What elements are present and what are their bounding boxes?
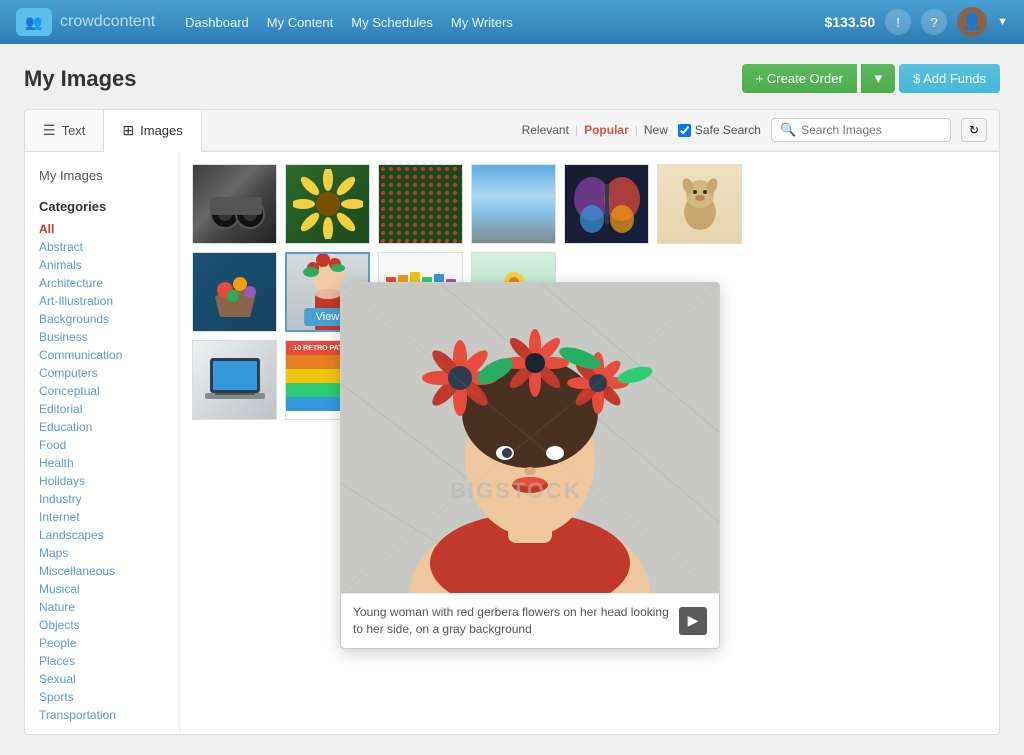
category-editorial[interactable]: Editorial	[25, 400, 179, 418]
page-header: My Images + Create Order ▼ $ Add Funds	[24, 64, 1000, 93]
avatar[interactable]: 👤	[957, 7, 987, 37]
category-industry[interactable]: Industry	[25, 490, 179, 508]
thumb-laptop[interactable]	[192, 340, 277, 420]
category-places[interactable]: Places	[25, 652, 179, 670]
thumb-dog[interactable]	[657, 164, 742, 244]
relevant-link[interactable]: Relevant	[522, 123, 569, 137]
category-architecture[interactable]: Architecture	[25, 274, 179, 292]
thumb-sky[interactable]	[471, 164, 556, 244]
category-conceptual[interactable]: Conceptual	[25, 382, 179, 400]
category-transportation[interactable]: Transportation	[25, 706, 179, 724]
category-animals[interactable]: Animals	[25, 256, 179, 274]
category-art-illustration[interactable]: Art-Illustration	[25, 292, 179, 310]
nav-dashboard[interactable]: Dashboard	[185, 15, 249, 30]
tab-images[interactable]: ⊞ Images	[104, 110, 201, 152]
logo-icon: 👥	[16, 8, 52, 36]
logo-text: crowdcontent	[60, 13, 155, 31]
category-business[interactable]: Business	[25, 328, 179, 346]
thumb-tires[interactable]	[192, 164, 277, 244]
category-all[interactable]: All	[25, 220, 179, 238]
search-icon: 🔍	[780, 122, 796, 138]
thumb-butterfly[interactable]	[564, 164, 649, 244]
category-health[interactable]: Health	[25, 454, 179, 472]
category-musical[interactable]: Musical	[25, 580, 179, 598]
help-button[interactable]: ?	[921, 9, 947, 35]
category-maps[interactable]: Maps	[25, 544, 179, 562]
category-list: All Abstract Animals Architecture Art-Il…	[25, 220, 179, 724]
category-abstract[interactable]: Abstract	[25, 238, 179, 256]
image-grid-area: View	[180, 152, 999, 734]
nav-my-writers[interactable]: My Writers	[451, 15, 513, 30]
tabs: ☰ Text ⊞ Images	[25, 110, 202, 151]
add-funds-button[interactable]: $ Add Funds	[899, 64, 1000, 93]
category-people[interactable]: People	[25, 634, 179, 652]
notification-button[interactable]: !	[885, 9, 911, 35]
category-nature[interactable]: Nature	[25, 598, 179, 616]
header-actions: + Create Order ▼ $ Add Funds	[742, 64, 1000, 93]
thumb-sunflower[interactable]	[285, 164, 370, 244]
category-education[interactable]: Education	[25, 418, 179, 436]
category-communication[interactable]: Communication	[25, 346, 179, 364]
sidebar: My Images Categories All Abstract Animal…	[25, 152, 180, 734]
page-title: My Images	[24, 66, 137, 92]
safe-search-toggle[interactable]: Safe Search	[678, 123, 761, 137]
refresh-button[interactable]: ↻	[961, 118, 987, 142]
thumb-basket[interactable]	[192, 252, 277, 332]
category-holidays[interactable]: Holidays	[25, 472, 179, 490]
search-input[interactable]	[801, 123, 942, 137]
content-area: My Images Categories All Abstract Animal…	[25, 152, 999, 734]
sidebar-my-images[interactable]: My Images	[25, 162, 179, 189]
nav-my-content[interactable]: My Content	[267, 15, 333, 30]
category-computers[interactable]: Computers	[25, 364, 179, 382]
tab-text[interactable]: ☰ Text	[25, 110, 104, 151]
category-food[interactable]: Food	[25, 436, 179, 454]
image-row-1	[192, 164, 987, 244]
category-objects[interactable]: Objects	[25, 616, 179, 634]
logo[interactable]: 👥 crowdcontent	[16, 8, 155, 36]
main-nav: Dashboard My Content My Schedules My Wri…	[185, 15, 804, 30]
category-sexual[interactable]: Sexual	[25, 670, 179, 688]
avatar-dropdown-icon[interactable]: ▼	[997, 16, 1008, 28]
category-backgrounds[interactable]: Backgrounds	[25, 310, 179, 328]
search-filter-links: Relevant | Popular | New	[522, 123, 668, 137]
svg-text:BIGSTOCK: BIGSTOCK	[450, 478, 582, 503]
header: 👥 crowdcontent Dashboard My Content My S…	[0, 0, 1024, 44]
balance-display: $133.50	[825, 14, 876, 30]
popup-caption: Young woman with red gerbera flowers on …	[353, 604, 671, 638]
search-input-wrap: 🔍	[771, 118, 951, 142]
create-order-dropdown[interactable]: ▼	[861, 64, 895, 93]
new-link[interactable]: New	[644, 123, 668, 137]
popular-link[interactable]: Popular	[584, 123, 629, 137]
create-order-button[interactable]: + Create Order	[742, 64, 857, 93]
category-sports[interactable]: Sports	[25, 688, 179, 706]
popup-next-button[interactable]: ▶	[679, 607, 707, 635]
main-content: ☰ Text ⊞ Images Relevant | Popular | New	[24, 109, 1000, 735]
image-popup: BIGSTOCK Young woman with red gerbera fl…	[340, 282, 720, 649]
safe-search-checkbox[interactable]	[678, 124, 691, 137]
category-miscellaneous[interactable]: Miscellaneous	[25, 562, 179, 580]
nav-my-schedules[interactable]: My Schedules	[351, 15, 433, 30]
popup-image-area: BIGSTOCK	[341, 283, 719, 593]
search-bar: Relevant | Popular | New Safe Search 🔍 ↻	[202, 110, 999, 151]
category-landscapes[interactable]: Landscapes	[25, 526, 179, 544]
popup-image-svg: BIGSTOCK	[341, 283, 719, 593]
text-tab-icon: ☰	[43, 122, 56, 139]
thumb-pattern[interactable]	[378, 164, 463, 244]
images-tab-icon: ⊞	[122, 122, 134, 139]
popup-caption-area: Young woman with red gerbera flowers on …	[341, 593, 719, 648]
header-right: $133.50 ! ? 👤 ▼	[825, 7, 1009, 37]
categories-title: Categories	[25, 189, 179, 220]
category-internet[interactable]: Internet	[25, 508, 179, 526]
page-container: My Images + Create Order ▼ $ Add Funds ☰…	[0, 44, 1024, 755]
